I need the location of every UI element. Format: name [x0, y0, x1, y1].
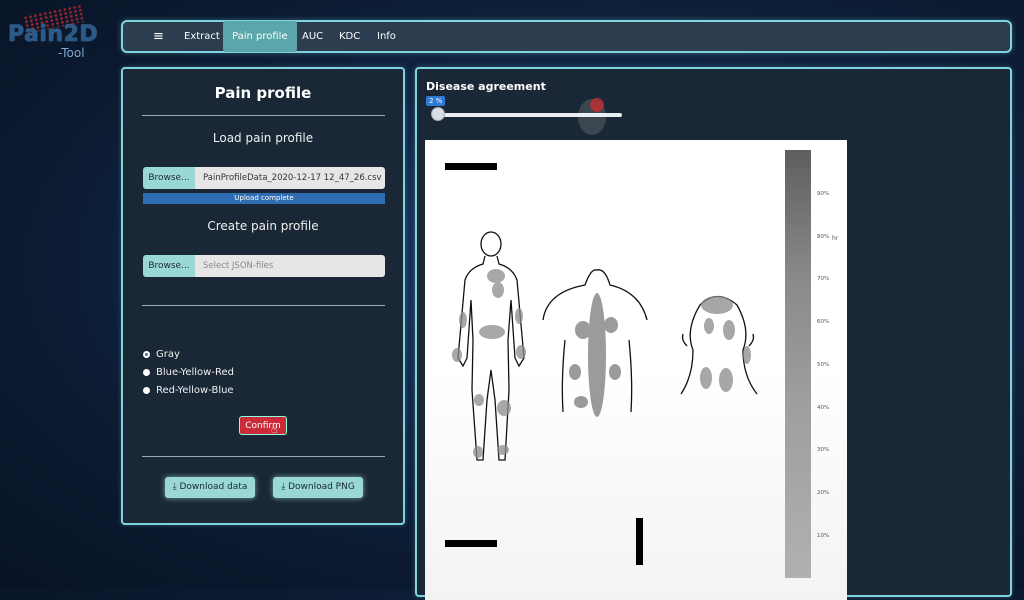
- browse-json-button[interactable]: Browse...: [143, 255, 195, 277]
- load-file-input[interactable]: Browse... PainProfileData_2020-12-17 12_…: [143, 167, 385, 189]
- logo-subtitle: -Tool: [58, 46, 85, 60]
- front-body-figure: [457, 231, 525, 461]
- file-name-field[interactable]: PainProfileData_2020-12-17 12_47_26.csv: [195, 167, 385, 189]
- disease-agreement-panel: Disease agreement 2 % 90% 80% hr 70% 60%…: [415, 67, 1012, 600]
- divider: [142, 305, 385, 306]
- colorbar-tick: 80%: [817, 234, 830, 240]
- radio-label: Gray: [156, 349, 180, 360]
- colorbar-tick: 30%: [817, 447, 830, 453]
- tab-auc[interactable]: AUC: [302, 22, 323, 51]
- agreement-slider-thumb[interactable]: [430, 107, 445, 121]
- upload-progress-bar: Upload complete: [143, 193, 385, 204]
- divider: [142, 456, 385, 457]
- panel-title: Disease agreement: [426, 80, 546, 93]
- confirm-button[interactable]: Confirm: [239, 416, 287, 435]
- radio-gray[interactable]: Gray: [143, 349, 180, 360]
- hand-cursor-icon: ☝: [271, 423, 278, 436]
- radio-button[interactable]: [143, 387, 150, 394]
- colorbar-tick: 90%: [817, 191, 830, 197]
- pain-heatmap-plot: 90% 80% hr 70% 60% 50% 40% 30% 20% 10%: [425, 140, 847, 600]
- tab-pain-profile[interactable]: Pain profile: [223, 21, 297, 52]
- colorbar-tick: 20%: [817, 490, 830, 496]
- colorbar-unit: hr: [832, 235, 839, 242]
- browse-button[interactable]: Browse...: [143, 167, 195, 189]
- radio-label: Red-Yellow-Blue: [156, 385, 234, 396]
- radio-button[interactable]: [143, 351, 150, 358]
- colorbar-tick: 50%: [817, 362, 830, 368]
- body-diagram: [452, 231, 758, 461]
- radio-blue-yellow-red[interactable]: Blue-Yellow-Red: [143, 367, 234, 378]
- agreement-slider-track[interactable]: [432, 113, 622, 117]
- colorbar-tick: 70%: [817, 276, 830, 282]
- divider: [142, 115, 385, 116]
- panel-title: Pain profile: [214, 84, 312, 102]
- tab-kdc[interactable]: KDC: [339, 22, 360, 51]
- json-file-input[interactable]: Browse... Select JSON-files: [143, 255, 385, 277]
- colorbar-tick: 40%: [817, 405, 830, 411]
- create-label: Create pain profile: [207, 219, 319, 233]
- menu-icon[interactable]: ≡: [153, 22, 164, 51]
- head-pain-areas: [700, 296, 751, 392]
- colorbar-tick: 60%: [817, 319, 830, 325]
- tab-info[interactable]: Info: [377, 22, 396, 51]
- radio-label: Blue-Yellow-Red: [156, 367, 234, 378]
- top-navbar: ≡ Extract Pain profile AUC KDC Info: [121, 20, 1012, 53]
- download-icon: ⤓: [172, 482, 177, 492]
- download-icon: ⤓: [281, 482, 286, 492]
- colorbar-tick: 10%: [817, 533, 830, 539]
- app-logo: Pain2D -Tool: [6, 3, 106, 60]
- download-png-label: Download PNG: [288, 482, 355, 492]
- json-file-field[interactable]: Select JSON-files: [195, 255, 385, 277]
- download-data-button[interactable]: ⤓ Download data: [165, 477, 255, 498]
- back-pain-areas: [569, 293, 621, 417]
- colorbar: [785, 150, 811, 578]
- pain-profile-panel: Pain profile Load pain profile Browse...…: [121, 67, 405, 525]
- slider-value-badge: 2 %: [426, 96, 446, 106]
- tab-extract[interactable]: Extract: [184, 22, 220, 51]
- download-png-button[interactable]: ⤓ Download PNG: [273, 477, 363, 498]
- download-data-label: Download data: [179, 482, 248, 492]
- logo-title: Pain2D: [8, 22, 99, 47]
- radio-red-yellow-blue[interactable]: Red-Yellow-Blue: [143, 385, 234, 396]
- radio-button[interactable]: [143, 369, 150, 376]
- load-label: Load pain profile: [212, 131, 314, 145]
